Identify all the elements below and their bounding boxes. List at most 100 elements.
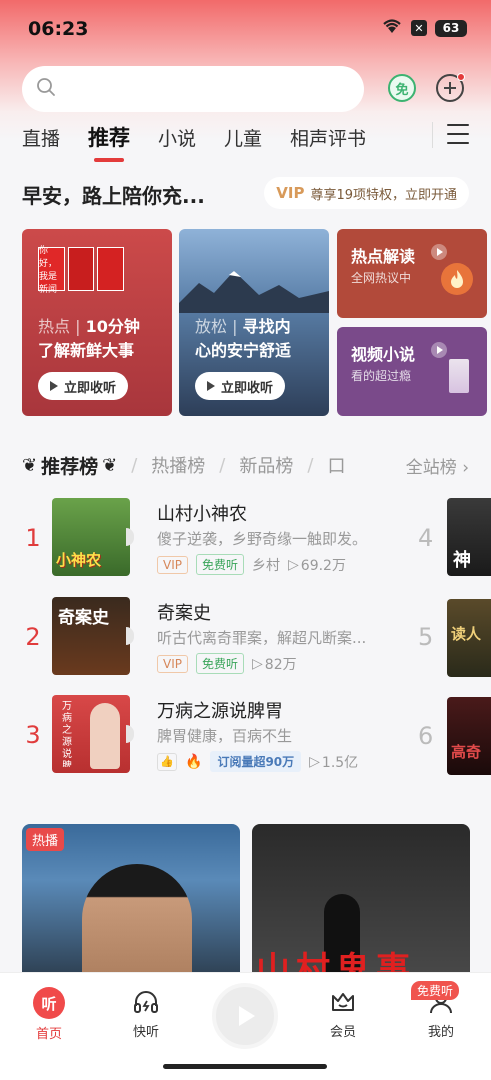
side-cover-title: 高奇: [451, 743, 482, 761]
rank-number: 3: [25, 721, 41, 749]
vip-banner[interactable]: VIP 尊享19项特权，立即开通: [264, 177, 469, 209]
hot-topics-card[interactable]: 热点解读 全网热议中: [337, 229, 487, 318]
play-count-icon: ▷: [288, 556, 299, 573]
all-site-rank-link[interactable]: 全站榜 ›: [397, 453, 469, 478]
cover-title: 万病之源说脾胃: [62, 701, 72, 767]
free-listen-icon[interactable]: 免: [388, 74, 416, 102]
rank-item[interactable]: 1 小神农 山村小神农 傻子逆袭，乡野奇缘一触即发。 VIP 免费听 乡村 ▷ 6…: [0, 498, 440, 578]
person-illustration: [90, 703, 120, 769]
nav-home[interactable]: 听 首页: [19, 987, 79, 1042]
tab-divider: [432, 122, 433, 148]
rank-item[interactable]: 2 奇案史 奇案史 听古代离奇罪案，解超凡断案... VIP 免费听 ▷ 82万: [0, 597, 440, 677]
nav-member[interactable]: 会员: [313, 987, 373, 1040]
tab-children[interactable]: 儿童: [224, 124, 262, 151]
nav-member-label: 会员: [329, 1025, 356, 1040]
tab-novel[interactable]: 小说: [158, 124, 196, 151]
rank-tab-recommend[interactable]: 推荐榜: [41, 452, 98, 479]
mountain-image: [179, 271, 329, 313]
book-category: 乡村: [252, 557, 280, 574]
free-listen-label: 免: [395, 82, 409, 98]
thumb-icon: 👍: [157, 752, 177, 771]
hot-topics-sub: 全网热议中: [351, 271, 412, 285]
side-rank-number: 4: [418, 524, 434, 552]
side-rank-number: 5: [418, 623, 434, 651]
vip-tag: VIP: [157, 654, 188, 673]
listen-now-label: 立即收听: [64, 380, 117, 396]
search-input[interactable]: [64, 80, 334, 98]
player-button[interactable]: [212, 983, 278, 1049]
book-tags: 👍 🔥 订阅量超90万 ▷ 1.5亿: [157, 751, 358, 772]
free-tag: 免费听: [195, 554, 244, 575]
side-book-cover[interactable]: 高奇: [447, 697, 491, 775]
video-novel-sub: 看的超过瘾: [351, 369, 412, 383]
greeting-text: 早安，路上陪你充...: [22, 184, 205, 208]
vip-text: 尊享19项特权，立即开通: [310, 187, 457, 203]
play-count-icon: ▷: [252, 655, 263, 672]
search-bar[interactable]: [22, 66, 364, 112]
nav-home-label: 首页: [35, 1027, 62, 1042]
nav-quick-listen[interactable]: 快听: [116, 987, 176, 1040]
vip-tag: VIP: [157, 555, 188, 574]
menu-icon[interactable]: [447, 124, 469, 144]
book-cover: 奇案史: [52, 597, 130, 675]
listen-now-button[interactable]: 立即收听: [195, 372, 286, 400]
book-tags: VIP 免费听 乡村 ▷ 69.2万: [157, 554, 346, 575]
category-tabs: 直播 推荐 小说 儿童 相声评书: [0, 116, 491, 162]
rank-item[interactable]: 3 万病之源说脾胃 万病之源说脾胃 脾胃健康，百病不生 👍 🔥 订阅量超90万 …: [0, 695, 440, 775]
nav-mine[interactable]: 免费听 我的: [411, 981, 471, 1040]
news-card-tag: 热点: [38, 317, 71, 336]
video-novel-card[interactable]: 视频小说 看的超过瘾: [337, 327, 487, 416]
home-icon: 听: [33, 987, 65, 1019]
listen-now-button[interactable]: 立即收听: [38, 372, 129, 400]
relax-card-line2: 心的安宁舒适: [195, 341, 292, 360]
news-card-line2: 了解新鲜大事: [38, 341, 135, 360]
play-icon: [239, 1006, 255, 1026]
free-tag: 免费听: [195, 653, 244, 674]
home-icon-text: 听: [41, 994, 57, 1013]
tab-live[interactable]: 直播: [22, 124, 60, 151]
news-card-text: 热点 | 10分钟 了解新鲜大事: [38, 317, 140, 360]
play-count: 69.2万: [300, 557, 346, 574]
search-icon: [36, 77, 56, 101]
tab-recommend[interactable]: 推荐: [88, 122, 130, 162]
status-bar: 06:23 ✕ 63: [0, 0, 491, 58]
headphones-icon: [131, 987, 161, 1017]
news-book-1: 你好，我是新闻: [38, 246, 65, 295]
crown-icon: [328, 987, 358, 1017]
rank-number: 1: [25, 524, 41, 552]
play-count: 82万: [264, 656, 297, 673]
book-title: 山村小神农: [157, 504, 247, 525]
play-icon: [431, 342, 447, 358]
cover-title: 小神农: [56, 551, 102, 569]
play-icon: [50, 381, 58, 391]
battery-icon: 63: [435, 19, 467, 37]
nav-quick-listen-label: 快听: [132, 1025, 159, 1040]
rank-tab-new[interactable]: 新品榜: [239, 452, 293, 478]
news-card[interactable]: 你好，我是新闻 热点 | 10分钟 了解新鲜大事 立即收听: [22, 229, 172, 416]
notification-dot: [457, 73, 465, 81]
chevron-right-icon: ›: [462, 458, 469, 478]
relax-card[interactable]: 放松 | 寻找内 心的安宁舒适 立即收听: [179, 229, 329, 416]
status-time: 06:23: [28, 18, 89, 40]
rank-tab-more[interactable]: 口: [327, 452, 345, 478]
rank-tab-hot[interactable]: 热播榜: [151, 452, 205, 478]
hot-badge: 热播: [26, 828, 65, 851]
listen-now-label: 立即收听: [221, 380, 274, 396]
feed-card[interactable]: 山村鬼事: [252, 824, 470, 984]
relax-card-line1: 寻找内: [242, 317, 291, 336]
side-cover-title: 读人: [451, 625, 482, 643]
news-book-3: [97, 247, 125, 291]
side-book-cover[interactable]: 神: [447, 498, 491, 576]
nav-mine-label: 我的: [427, 1025, 454, 1040]
book-cover: 万病之源说脾胃: [52, 695, 130, 773]
side-cover-title: 神: [453, 550, 471, 571]
add-icon[interactable]: [436, 73, 465, 102]
news-cover-art: 你好，我是新闻: [38, 246, 125, 295]
tab-crosstalk[interactable]: 相声评书: [290, 124, 366, 151]
relax-card-tag: 放松: [195, 317, 228, 336]
feed-card[interactable]: 热播: [22, 824, 240, 984]
side-book-cover[interactable]: 读人: [447, 599, 491, 677]
man-portrait: [82, 864, 192, 984]
flame-icon: [441, 263, 473, 295]
hot-icon: 🔥: [185, 753, 203, 770]
